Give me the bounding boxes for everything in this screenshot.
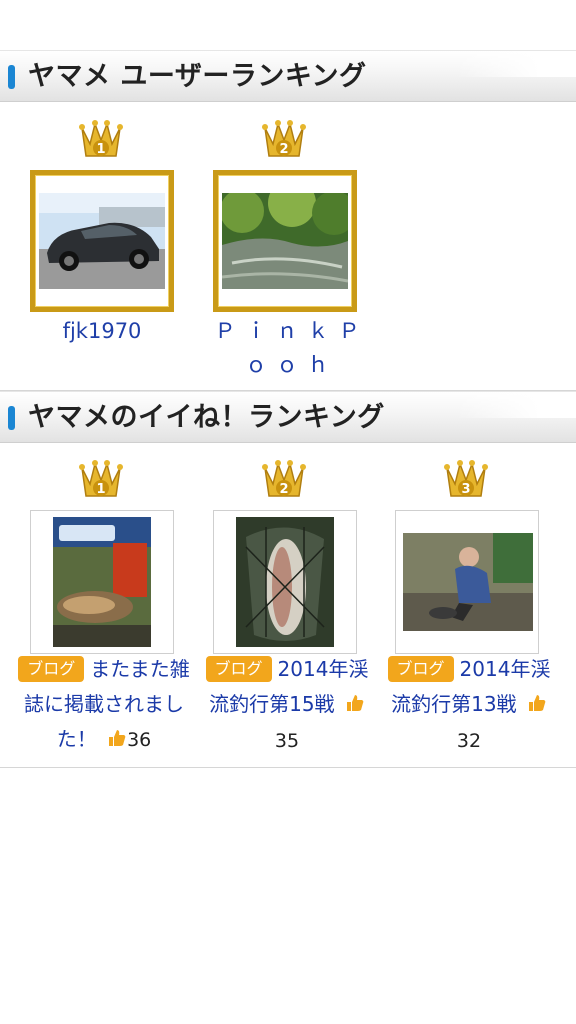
user-ranking-title: ヤマメ ユーザーランキング — [28, 61, 367, 92]
thumbs-up-icon — [109, 730, 126, 746]
rank-2-crown-icon: 2 — [261, 458, 307, 500]
user-2-name-link[interactable]: ＰｉｎｋＰｏｏｈ — [208, 314, 376, 382]
svg-text:2: 2 — [279, 142, 288, 157]
rank-3-crown-icon: 3 — [443, 458, 489, 500]
user-1-avatar[interactable] — [30, 170, 174, 312]
section-divider — [0, 767, 576, 768]
thumbs-up-icon — [346, 695, 364, 711]
car-photo — [39, 193, 165, 289]
entry-1-thumbnail[interactable] — [30, 510, 174, 654]
like-ranking-title: ヤマメのイイね！ランキング — [28, 402, 385, 433]
entry-1-link[interactable]: ブログ またまた雑誌に掲載されました！ 36 — [15, 652, 193, 758]
rank-1-crown-icon: 1 — [78, 118, 124, 160]
entry-2-thumbnail[interactable] — [213, 510, 357, 654]
entry-3-thumbnail[interactable] — [395, 510, 539, 654]
fish-in-net-image — [236, 517, 334, 647]
header-accent-bar — [8, 406, 15, 430]
magazine-cover-image — [53, 517, 151, 647]
header-accent-bar — [8, 65, 15, 89]
user-1-name-link[interactable]: fjk1970 — [22, 314, 182, 348]
blog-tag-badge: ブログ — [205, 656, 272, 682]
rank-1-crown-icon: 1 — [78, 458, 124, 500]
user-2-avatar[interactable] — [213, 170, 357, 312]
blog-tag-badge: ブログ — [18, 656, 85, 682]
entry-1-likes: 36 — [107, 729, 151, 751]
entry-2-link[interactable]: ブログ 2014年渓流釣行第15戦 35 — [198, 652, 376, 759]
thumbs-up-icon — [528, 695, 546, 711]
svg-text:1: 1 — [96, 482, 105, 497]
stream-photo — [222, 193, 348, 289]
svg-text:3: 3 — [461, 482, 470, 497]
svg-text:2: 2 — [279, 482, 288, 497]
entry-3-link[interactable]: ブログ 2014年渓流釣行第13戦 32 — [380, 652, 558, 759]
svg-text:1: 1 — [96, 142, 105, 157]
rank-2-crown-icon: 2 — [261, 118, 307, 160]
user-ranking-header: ヤマメ ユーザーランキング — [0, 50, 576, 102]
like-ranking-header: ヤマメのイイね！ランキング — [0, 391, 576, 443]
blog-tag-badge: ブログ — [387, 656, 454, 682]
angler-photo — [403, 533, 533, 631]
